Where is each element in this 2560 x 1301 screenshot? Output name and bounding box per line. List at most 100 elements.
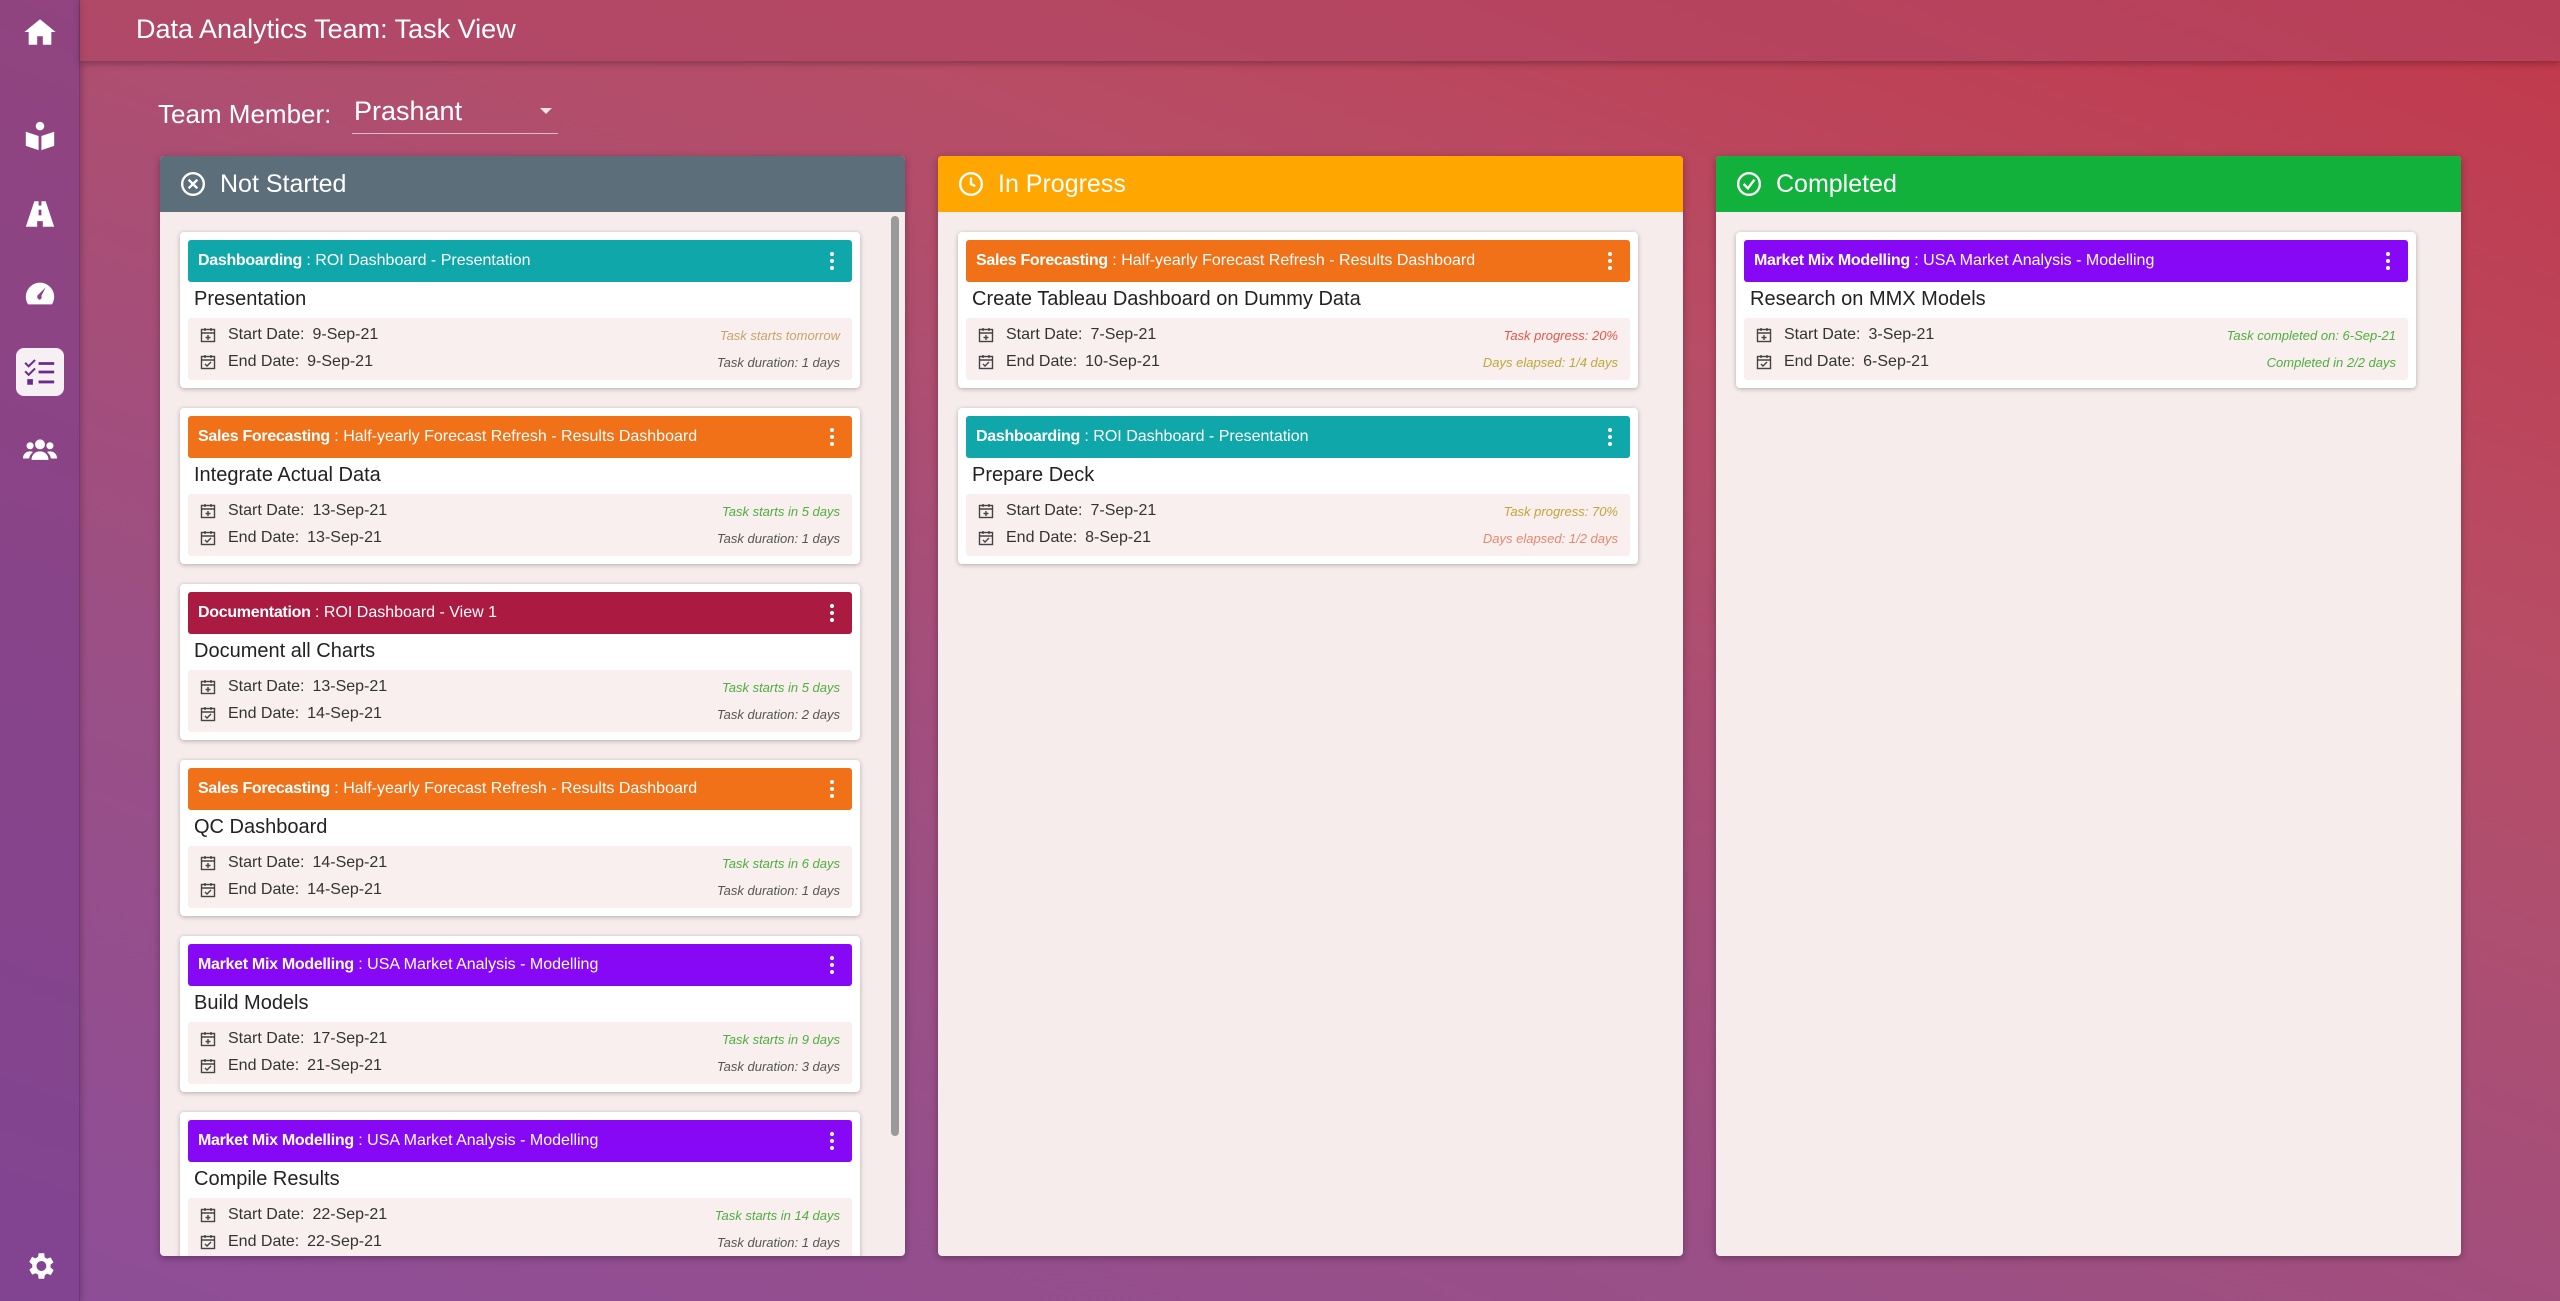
calendar-plus-icon bbox=[200, 327, 216, 343]
task-status-note: Task starts in 14 days bbox=[714, 1207, 840, 1223]
calendar-plus-icon bbox=[200, 1031, 216, 1047]
end-date-value: 10-Sep-21 bbox=[1085, 353, 1160, 370]
road-icon bbox=[25, 201, 55, 227]
task-duration-note: Task duration: 1 days bbox=[716, 354, 840, 370]
more-vert-icon[interactable] bbox=[830, 252, 834, 270]
calendar-check-icon bbox=[200, 1234, 216, 1250]
project-name: Sales Forecasting bbox=[976, 252, 1108, 269]
end-date-value: 22-Sep-21 bbox=[307, 1233, 382, 1250]
calendar-check-icon bbox=[1756, 354, 1772, 370]
column-body[interactable]: Dashboarding : ROI Dashboard - Presentat… bbox=[160, 212, 905, 1256]
book-reader-icon bbox=[25, 121, 55, 151]
dashboard-nav-button[interactable] bbox=[16, 270, 64, 318]
end-date-label: End Date: bbox=[1006, 529, 1078, 546]
task-dates: Start Date: 9-Sep-21 Task starts tomorrow E… bbox=[188, 318, 852, 380]
task-dates: Start Date: 7-Sep-21 Task progress: 70% End… bbox=[966, 494, 1630, 556]
end-date-label: End Date: bbox=[228, 1233, 300, 1250]
end-date-label: End Date: bbox=[228, 881, 300, 898]
task-card-header: Dashboarding : ROI Dashboard - Presentat… bbox=[966, 416, 1630, 458]
more-vert-icon[interactable] bbox=[1608, 252, 1612, 270]
task-card[interactable]: Sales Forecasting : Half-yearly Forecast… bbox=[958, 232, 1638, 388]
task-card[interactable]: Sales Forecasting : Half-yearly Forecast… bbox=[180, 408, 860, 564]
start-date-row: Start Date: 13-Sep-21 Task starts in 5 day… bbox=[200, 675, 840, 699]
project-name: Market Mix Modelling bbox=[198, 1132, 354, 1149]
end-date-label: End Date: bbox=[1006, 353, 1078, 370]
column-header: Not Started bbox=[160, 156, 905, 212]
task-card-header: Sales Forecasting : Half-yearly Forecast… bbox=[966, 240, 1630, 282]
more-vert-icon[interactable] bbox=[830, 956, 834, 974]
task-card[interactable]: Sales Forecasting : Half-yearly Forecast… bbox=[180, 760, 860, 916]
check-circle-icon bbox=[1736, 171, 1762, 197]
project-name: Market Mix Modelling bbox=[1754, 252, 1910, 269]
team-member-value: Prashant bbox=[354, 96, 463, 126]
task-card[interactable]: Dashboarding : ROI Dashboard - Presentat… bbox=[958, 408, 1638, 564]
column-body[interactable]: Sales Forecasting : Half-yearly Forecast… bbox=[938, 212, 1683, 1256]
more-vert-icon[interactable] bbox=[830, 428, 834, 446]
column-body[interactable]: Market Mix Modelling : USA Market Analys… bbox=[1716, 212, 2461, 1256]
more-vert-icon[interactable] bbox=[830, 780, 834, 798]
task-dates: Start Date: 22-Sep-21 Task starts in 14 da… bbox=[188, 1198, 852, 1256]
task-card[interactable]: Market Mix Modelling : USA Market Analys… bbox=[180, 1112, 860, 1256]
tasks-nav-button[interactable] bbox=[16, 348, 64, 396]
task-status-note: Task starts in 5 days bbox=[721, 503, 840, 519]
sidebar bbox=[0, 0, 80, 1301]
roadmap-nav-button[interactable] bbox=[16, 190, 64, 238]
task-duration-note: Days elapsed: 1/2 days bbox=[1482, 530, 1618, 546]
project-subtitle: : Half-yearly Forecast Refresh - Results… bbox=[329, 428, 698, 445]
team-nav-button[interactable] bbox=[16, 426, 64, 474]
task-duration-note: Task duration: 1 days bbox=[716, 1234, 840, 1250]
end-date-value: 14-Sep-21 bbox=[307, 881, 382, 898]
start-date-label: Start Date: bbox=[228, 678, 305, 695]
more-vert-icon[interactable] bbox=[830, 604, 834, 622]
start-date-row: Start Date: 22-Sep-21 Task starts in 14 da… bbox=[200, 1203, 840, 1227]
start-date-row: Start Date: 7-Sep-21 Task progress: 20% bbox=[978, 323, 1618, 347]
task-title: Prepare Deck bbox=[972, 464, 1095, 486]
task-status-note: Task starts tomorrow bbox=[719, 327, 840, 343]
project-subtitle: : USA Market Analysis - Modelling bbox=[353, 1132, 599, 1149]
start-date-value: 13-Sep-21 bbox=[312, 502, 388, 519]
start-date-label: Start Date: bbox=[228, 854, 305, 871]
end-date-label: End Date: bbox=[228, 353, 300, 370]
task-card-header: Dashboarding : ROI Dashboard - Presentat… bbox=[188, 240, 852, 282]
column-scrollbar[interactable] bbox=[891, 216, 899, 1136]
task-card[interactable]: Documentation : ROI Dashboard - View 1 Do… bbox=[180, 584, 860, 740]
calendar-check-icon bbox=[200, 706, 216, 722]
learning-nav-button[interactable] bbox=[16, 112, 64, 160]
start-date-label: Start Date: bbox=[228, 1206, 305, 1223]
task-status-note: Task progress: 70% bbox=[1503, 503, 1618, 519]
more-vert-icon[interactable] bbox=[1608, 428, 1612, 446]
task-dates: Start Date: 17-Sep-21 Task starts in 9 day… bbox=[188, 1022, 852, 1084]
settings-nav-button[interactable] bbox=[16, 1242, 64, 1290]
more-vert-icon[interactable] bbox=[2386, 252, 2390, 270]
end-date-row: End Date: 22-Sep-21 Task duration: 1 days bbox=[200, 1230, 840, 1254]
calendar-plus-icon bbox=[1756, 327, 1772, 343]
project-name: Documentation bbox=[198, 604, 311, 621]
calendar-check-icon bbox=[200, 882, 216, 898]
project-subtitle: : Half-yearly Forecast Refresh - Results… bbox=[1107, 252, 1476, 269]
task-card-header: Market Mix Modelling : USA Market Analys… bbox=[188, 944, 852, 986]
task-duration-note: Completed in 2/2 days bbox=[2266, 354, 2396, 370]
calendar-plus-icon bbox=[978, 327, 994, 343]
task-status-note: Task completed on: 6-Sep-21 bbox=[2226, 327, 2396, 343]
team-member-select[interactable]: Prashant bbox=[352, 94, 558, 134]
start-date-label: Start Date: bbox=[1784, 326, 1861, 343]
start-date-label: Start Date: bbox=[228, 502, 305, 519]
column-not-started: Not Started Dashboarding : ROI Dashboard … bbox=[160, 156, 905, 1256]
task-card[interactable]: Market Mix Modelling : USA Market Analys… bbox=[1736, 232, 2416, 388]
end-date-value: 21-Sep-21 bbox=[307, 1057, 382, 1074]
task-card[interactable]: Dashboarding : ROI Dashboard - Presentat… bbox=[180, 232, 860, 388]
task-card[interactable]: Market Mix Modelling : USA Market Analys… bbox=[180, 936, 860, 1092]
column-title: Not Started bbox=[220, 169, 347, 198]
task-title: Research on MMX Models bbox=[1750, 288, 1986, 310]
home-nav-button[interactable] bbox=[16, 8, 64, 56]
column-title: In Progress bbox=[998, 169, 1126, 198]
start-date-label: Start Date: bbox=[228, 326, 305, 343]
task-title: Compile Results bbox=[194, 1168, 340, 1190]
more-vert-icon[interactable] bbox=[830, 1132, 834, 1150]
end-date-row: End Date: 6-Sep-21 Completed in 2/2 days bbox=[1756, 350, 2396, 374]
project-name: Market Mix Modelling bbox=[198, 956, 354, 973]
start-date-row: Start Date: 13-Sep-21 Task starts in 5 day… bbox=[200, 499, 840, 523]
start-date-value: 14-Sep-21 bbox=[312, 854, 388, 871]
calendar-check-icon bbox=[200, 354, 216, 370]
calendar-plus-icon bbox=[200, 679, 216, 695]
